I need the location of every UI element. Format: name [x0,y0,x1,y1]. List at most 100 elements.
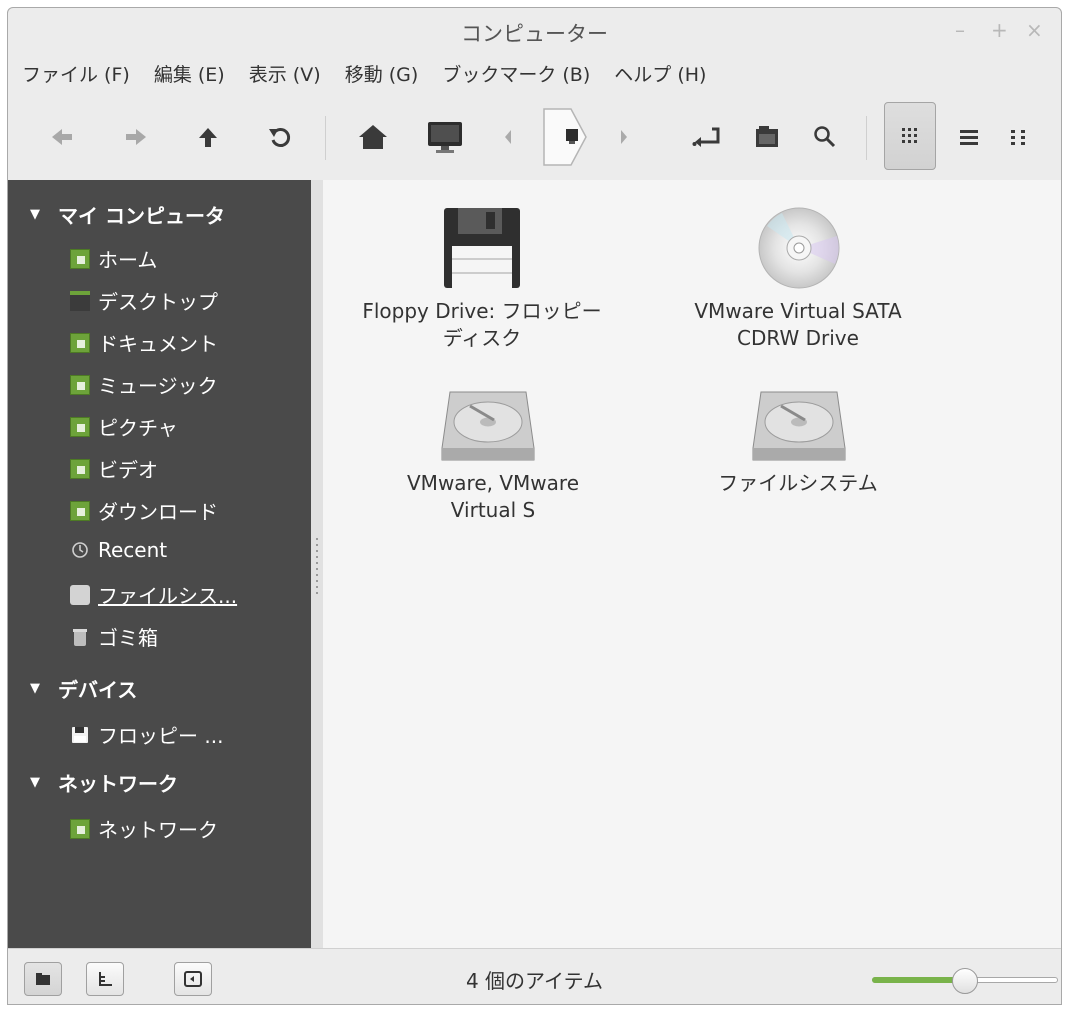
compact-view-button[interactable] [1002,102,1036,172]
sidebar-item-label: ピクチャ [98,416,178,440]
home-button[interactable] [353,102,393,172]
home-folder-icon [70,248,90,269]
item-label-line2: Virtual S [450,498,536,522]
sidebar-item-pictures[interactable]: ピクチャ [70,412,178,441]
menu-go[interactable]: 移動 (G) [345,64,419,86]
item-label: VMware, VMware [407,471,579,495]
sidebar-item-label: Recent [98,538,168,562]
network-folder-icon [70,818,90,839]
recent-icon [70,540,90,560]
file-manager-window: コンピューター – + × ファイル (F) 編集 (E) 表示 (V) 移動 … [7,7,1062,1005]
videos-folder-icon [70,458,90,479]
floppy-icon [70,725,90,745]
downloads-folder-icon [70,500,90,521]
music-folder-icon [70,374,90,395]
section-devices[interactable]: ▼ デバイス [30,674,137,703]
desktop-icon [70,290,90,311]
menu-view[interactable]: 表示 (V) [249,64,321,86]
sidebar-item-label: ビデオ [98,458,158,482]
toggle-location-button[interactable] [688,102,726,172]
expand-triangle-icon[interactable]: ▼ [30,775,40,790]
sidebar-item-downloads[interactable]: ダウンロード [70,496,218,525]
sidebar-item-label: ネットワーク [98,818,218,842]
title-bar[interactable]: コンピューター – + × [8,8,1061,52]
pane-splitter[interactable] [311,180,323,948]
up-button[interactable] [190,102,226,172]
sidebar-item-label: ファイルシス... [98,584,238,608]
menu-help[interactable]: ヘルプ (H) [614,64,706,86]
open-terminal-icon [756,126,778,147]
zoom-slider-handle[interactable] [952,968,978,994]
hard-disk-icon [752,391,846,461]
sidebar-item-recent[interactable]: Recent [70,538,167,562]
sidebar-item-label: ミュージック [98,374,218,398]
open-terminal-button[interactable] [748,102,786,172]
path-scroll-left[interactable] [498,102,518,172]
section-network[interactable]: ▼ ネットワーク [30,768,178,797]
sidebar-item-filesystem[interactable]: ファイルシス... [70,580,237,609]
minimize-button[interactable]: – [955,18,965,42]
sidebar-item-label: ゴミ箱 [98,626,158,650]
toolbar-separator [866,116,867,160]
sidebar-item-label: ホーム [98,248,158,272]
item-label: ファイルシステム [718,471,878,495]
section-my-computer[interactable]: ▼ マイ コンピュータ [30,200,225,229]
search-button[interactable] [806,102,844,172]
drive-icon [70,584,90,605]
menu-bookmarks[interactable]: ブックマーク (B) [442,64,590,86]
optical-disc-icon [758,207,840,289]
sidebar-item-trash[interactable]: ゴミ箱 [70,622,158,651]
item-label-line2: CDRW Drive [737,326,859,350]
back-icon [52,129,72,145]
maximize-button[interactable]: + [991,18,1008,42]
sidebar-item-label: ドキュメント [98,332,218,356]
up-arrow-icon [199,128,217,147]
pictures-folder-icon [70,416,90,437]
forward-icon [126,129,146,145]
expand-triangle-icon[interactable]: ▼ [30,207,40,222]
back-button[interactable] [44,102,80,172]
file-view: Floppy Drive: フロッピー ディスク VMware Virtual … [323,180,1061,948]
search-icon [814,126,836,148]
computer-path-icon [543,108,587,166]
close-button[interactable]: × [1026,18,1043,42]
list-view-button[interactable] [952,102,986,172]
sidebar-item-network[interactable]: ネットワーク [70,814,218,843]
sidebar-item-music[interactable]: ミュージック [70,370,218,399]
menu-edit[interactable]: 編集 (E) [154,64,225,86]
path-right-icon [621,130,627,144]
sidebar-item-label: デスクトップ [98,290,218,314]
list-view-icon [960,130,978,145]
computer-icon [428,122,462,153]
icon-view-button[interactable] [884,102,936,170]
section-label: ネットワーク [58,772,178,796]
menu-file[interactable]: ファイル (F) [22,64,130,86]
sidebar-item-documents[interactable]: ドキュメント [70,328,218,357]
section-label: マイ コンピュータ [58,204,225,228]
item-label: VMware Virtual SATA [694,299,902,323]
reload-button[interactable] [262,102,298,172]
window-title: コンピューター [461,22,608,46]
sidebar-item-desktop[interactable]: デスクトップ [70,286,218,315]
home-icon [359,125,387,149]
forward-button[interactable] [118,102,154,172]
expand-triangle-icon[interactable]: ▼ [30,681,40,696]
trash-icon [70,627,90,647]
toolbar [8,102,1061,176]
path-computer-button[interactable] [540,102,590,172]
sidebar-item-label: ダウンロード [98,500,218,524]
sidebar: ▼ マイ コンピュータ ホーム デスクトップ ドキュメント ミュージック ピクチ… [8,180,311,948]
sidebar-item-home[interactable]: ホーム [70,244,157,273]
splitter-grip[interactable] [316,538,318,598]
item-label: Floppy Drive: フロッピー [362,299,602,323]
section-label: デバイス [58,678,138,702]
toggle-location-icon [692,127,720,147]
compact-view-icon [1011,130,1025,145]
icon-view-icon [902,128,917,143]
toolbar-separator [325,116,326,160]
sidebar-item-floppy[interactable]: フロッピー ... [70,720,223,749]
computer-button[interactable] [422,102,468,172]
sidebar-item-videos[interactable]: ビデオ [70,454,158,483]
zoom-slider[interactable] [872,968,1058,994]
path-scroll-right[interactable] [614,102,634,172]
